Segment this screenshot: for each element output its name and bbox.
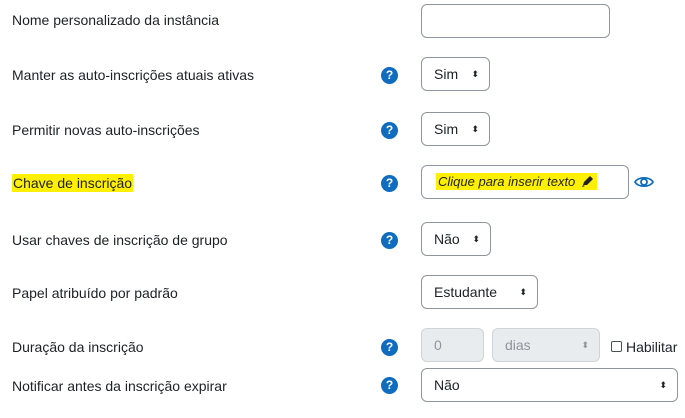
allow-new-select[interactable]: Sim ⬍	[421, 112, 490, 146]
select-caret-icon: ⬍	[472, 233, 480, 244]
default-role-label: Papel atribuído por padrão	[12, 285, 178, 301]
help-icon[interactable]: ?	[381, 122, 398, 139]
keep-current-label: Manter as auto-inscrições atuais ativas	[12, 67, 254, 83]
duration-unit-value: dias	[505, 337, 531, 353]
help-icon[interactable]: ?	[381, 67, 398, 84]
enrol-key-inplace-editable[interactable]: Clique para inserir texto	[421, 165, 629, 199]
pencil-icon	[581, 176, 593, 187]
eye-icon[interactable]	[634, 175, 654, 189]
enrol-key-row: Chave de inscrição ? Clique para inserir…	[0, 165, 685, 201]
help-icon[interactable]: ?	[381, 377, 398, 394]
notify-select[interactable]: Não ⬍	[421, 368, 678, 402]
instance-name-label: Nome personalizado da instância	[12, 12, 220, 28]
keep-current-row: Manter as auto-inscrições atuais ativas …	[0, 55, 685, 91]
keep-current-select[interactable]: Sim ⬍	[421, 57, 490, 91]
select-caret-icon: ⬍	[659, 379, 667, 390]
group-keys-label: Usar chaves de inscrição de grupo	[12, 232, 228, 248]
select-caret-icon: ⬍	[581, 339, 589, 350]
select-caret-icon: ⬍	[471, 123, 479, 134]
help-icon[interactable]: ?	[381, 339, 398, 356]
duration-row: Duração da inscrição ? 0 dias ⬍ Habilita…	[0, 328, 685, 364]
group-keys-select[interactable]: Não ⬍	[421, 222, 491, 256]
enable-checkbox[interactable]	[611, 341, 622, 352]
duration-label: Duração da inscrição	[12, 339, 144, 355]
duration-number-input[interactable]: 0	[421, 328, 484, 362]
group-keys-row: Usar chaves de inscrição de grupo ? Não …	[0, 220, 685, 256]
enable-checkbox-label[interactable]: Habilitar	[626, 338, 677, 356]
group-keys-value: Não	[434, 231, 460, 247]
allow-new-label: Permitir novas auto-inscrições	[12, 122, 200, 138]
allow-new-row: Permitir novas auto-inscrições ? Sim ⬍	[0, 110, 685, 146]
default-role-value: Estudante	[434, 284, 498, 300]
instance-name-input[interactable]	[421, 4, 610, 38]
allow-new-value: Sim	[434, 121, 459, 137]
enrol-key-placeholder[interactable]: Clique para inserir texto	[436, 173, 597, 190]
notify-label: Notificar antes da inscrição expirar	[12, 378, 227, 394]
select-caret-icon: ⬍	[519, 286, 527, 297]
select-caret-icon: ⬍	[471, 68, 479, 79]
help-icon[interactable]: ?	[381, 175, 398, 192]
help-icon[interactable]: ?	[381, 232, 398, 249]
enrol-key-placeholder-text: Clique para inserir texto	[438, 174, 576, 189]
default-role-select[interactable]: Estudante ⬍	[421, 275, 538, 309]
notify-row: Notificar antes da inscrição expirar ? N…	[0, 368, 685, 418]
enrol-key-label: Chave de inscrição	[12, 174, 134, 192]
duration-unit-select[interactable]: dias ⬍	[492, 328, 600, 362]
notify-value: Não	[434, 377, 460, 393]
keep-current-value: Sim	[434, 66, 459, 82]
default-role-row: Papel atribuído por padrão Estudante ⬍	[0, 275, 685, 311]
instance-name-row: Nome personalizado da instância	[0, 0, 685, 38]
